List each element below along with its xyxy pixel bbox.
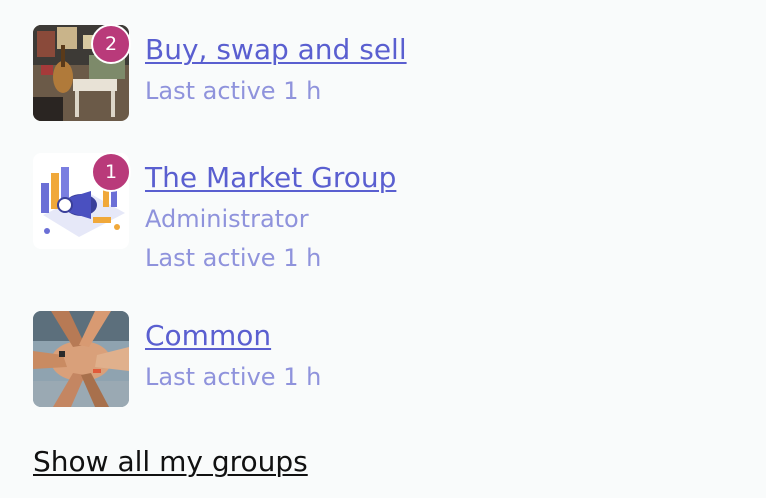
role-text: Administrator — [145, 205, 309, 233]
group-item-the-market-group[interactable]: 1 The Market Group Administrator Last ac… — [33, 152, 396, 278]
group-item-buy-swap-sell[interactable]: 2 Buy, swap and sell Last active 1 h — [33, 24, 407, 121]
group-name-link[interactable]: Common — [145, 319, 321, 353]
last-active-text: Last active 1 h — [145, 244, 322, 272]
group-item-common[interactable]: Common Last active 1 h — [33, 311, 321, 407]
show-all-groups-link[interactable]: Show all my groups — [33, 445, 308, 479]
group-name-link[interactable]: Buy, swap and sell — [145, 33, 407, 67]
unread-count-badge: 1 — [91, 152, 131, 192]
last-active-text: Last active 1 h — [145, 363, 322, 391]
unread-count-badge: 2 — [91, 24, 131, 64]
last-active-text: Last active 1 h — [145, 77, 322, 105]
group-name-link[interactable]: The Market Group — [145, 161, 396, 195]
group-thumbnail[interactable] — [33, 311, 129, 407]
group-thumbnail[interactable]: 2 — [33, 24, 131, 121]
group-thumbnail[interactable]: 1 — [33, 152, 131, 249]
stacked-hands-image — [33, 311, 129, 407]
